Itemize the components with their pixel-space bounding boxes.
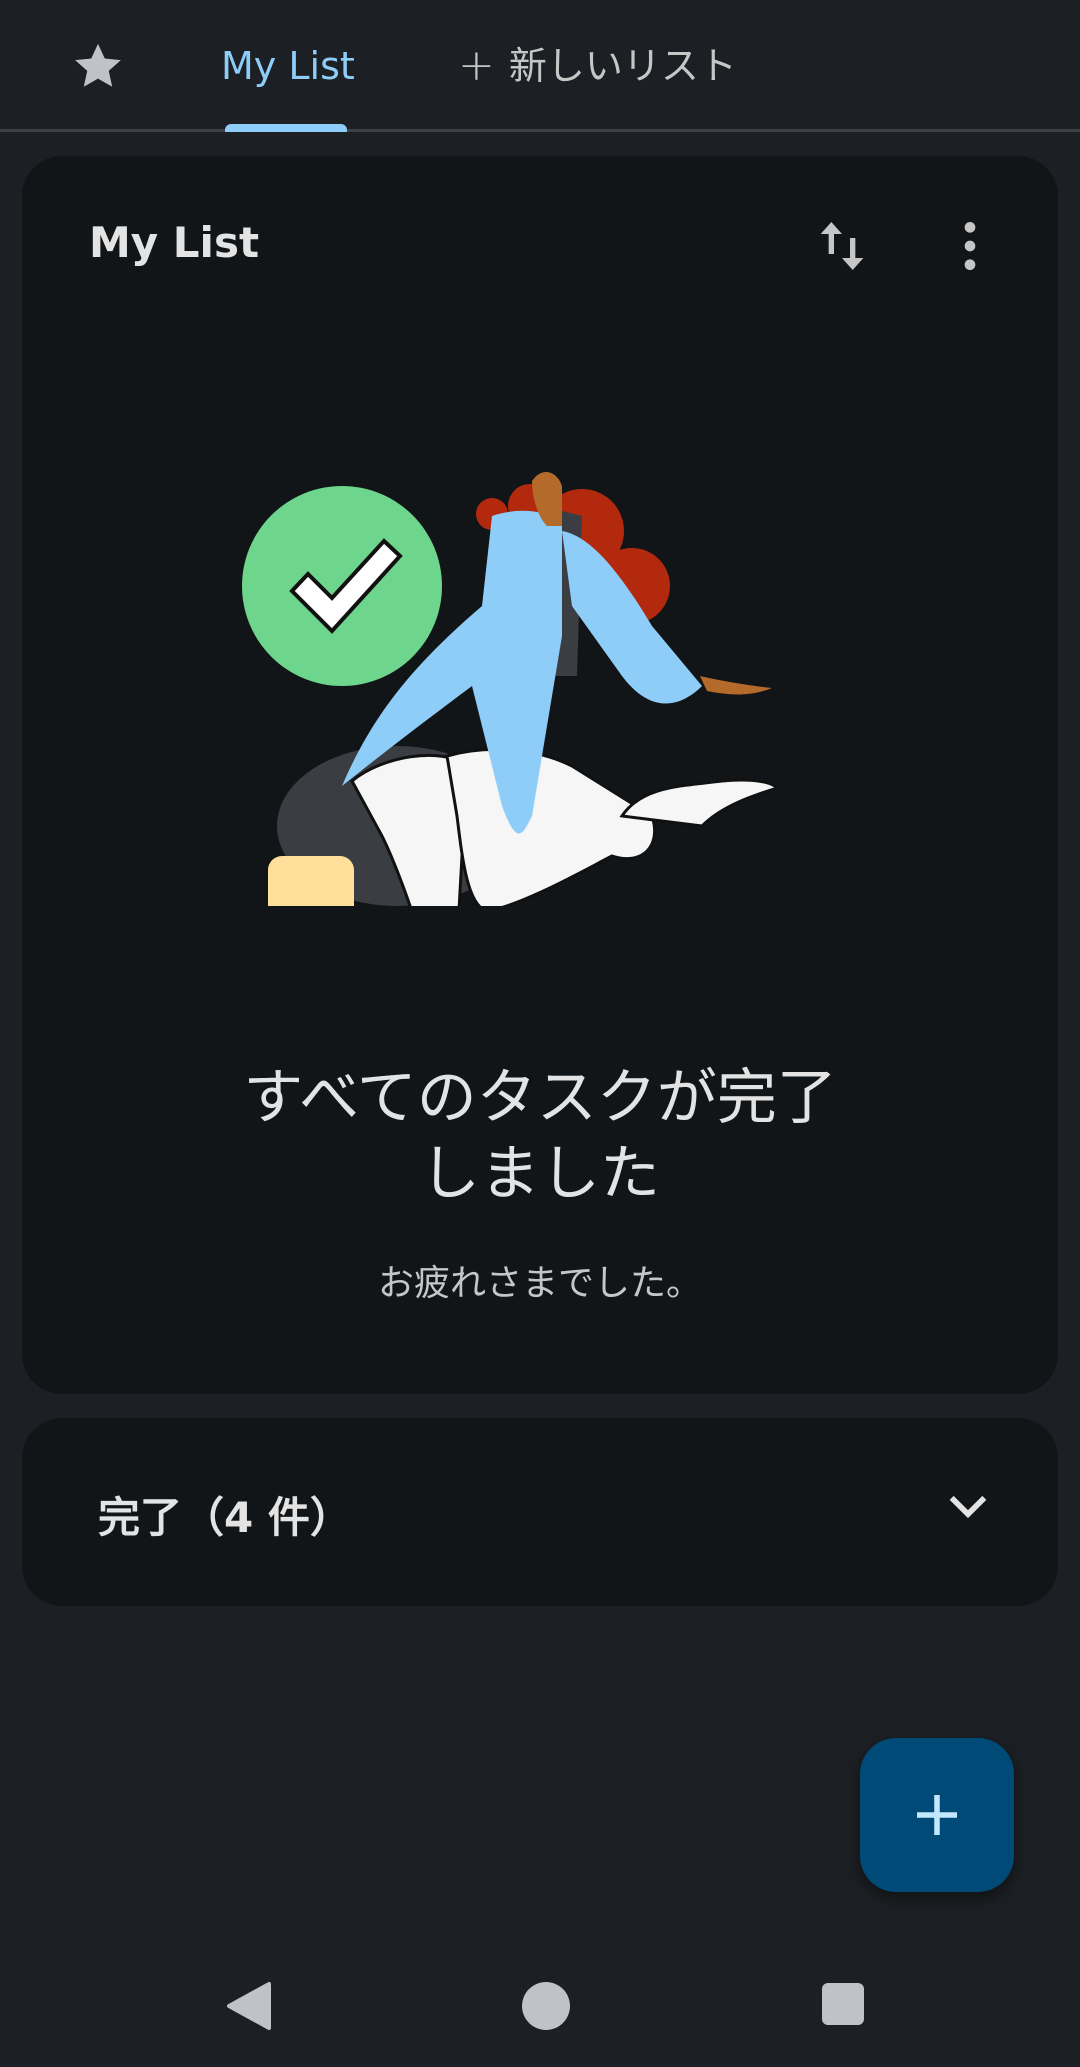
system-navigation-bar	[0, 1950, 1080, 2067]
back-icon[interactable]	[225, 1980, 273, 2032]
empty-state-title-line2: しました	[420, 1139, 660, 1209]
list-title[interactable]: My List	[89, 218, 259, 267]
empty-state-title: すべてのタスクが完了 しました	[22, 1060, 1058, 1212]
recents-icon[interactable]	[822, 1983, 864, 2025]
home-icon[interactable]	[522, 1982, 570, 2030]
plus-icon: +	[458, 40, 495, 91]
chevron-down-icon	[949, 1495, 987, 1519]
all-done-illustration	[242, 471, 780, 906]
tab-new-list-label: 新しいリスト	[508, 44, 737, 88]
sort-button[interactable]	[810, 214, 874, 278]
list-card: My List すべてのタスクが完了 しました お疲れさまでした。	[22, 156, 1058, 1394]
more-options-button[interactable]	[938, 214, 1002, 278]
completed-section-label: 完了（4 件）	[98, 1493, 352, 1542]
more-vert-icon	[964, 222, 976, 270]
completed-section-toggle[interactable]: 完了（4 件）	[22, 1418, 1058, 1606]
tab-my-list-label: My List	[221, 44, 355, 88]
star-icon	[75, 43, 121, 87]
plus-icon	[917, 1795, 957, 1835]
empty-state-title-line1: すべてのタスクが完了	[243, 1063, 837, 1133]
swap-vert-icon	[820, 222, 864, 270]
tab-selected-indicator	[225, 124, 347, 132]
empty-state-subtitle: お疲れさまでした。	[377, 1263, 702, 1304]
add-task-button[interactable]	[860, 1738, 1014, 1892]
tab-my-list[interactable]: My List	[221, 38, 355, 94]
tab-bar: My List + 新しいリスト	[0, 0, 1080, 132]
tab-new-list[interactable]: + 新しいリスト	[458, 38, 737, 94]
tab-starred[interactable]	[70, 38, 126, 94]
